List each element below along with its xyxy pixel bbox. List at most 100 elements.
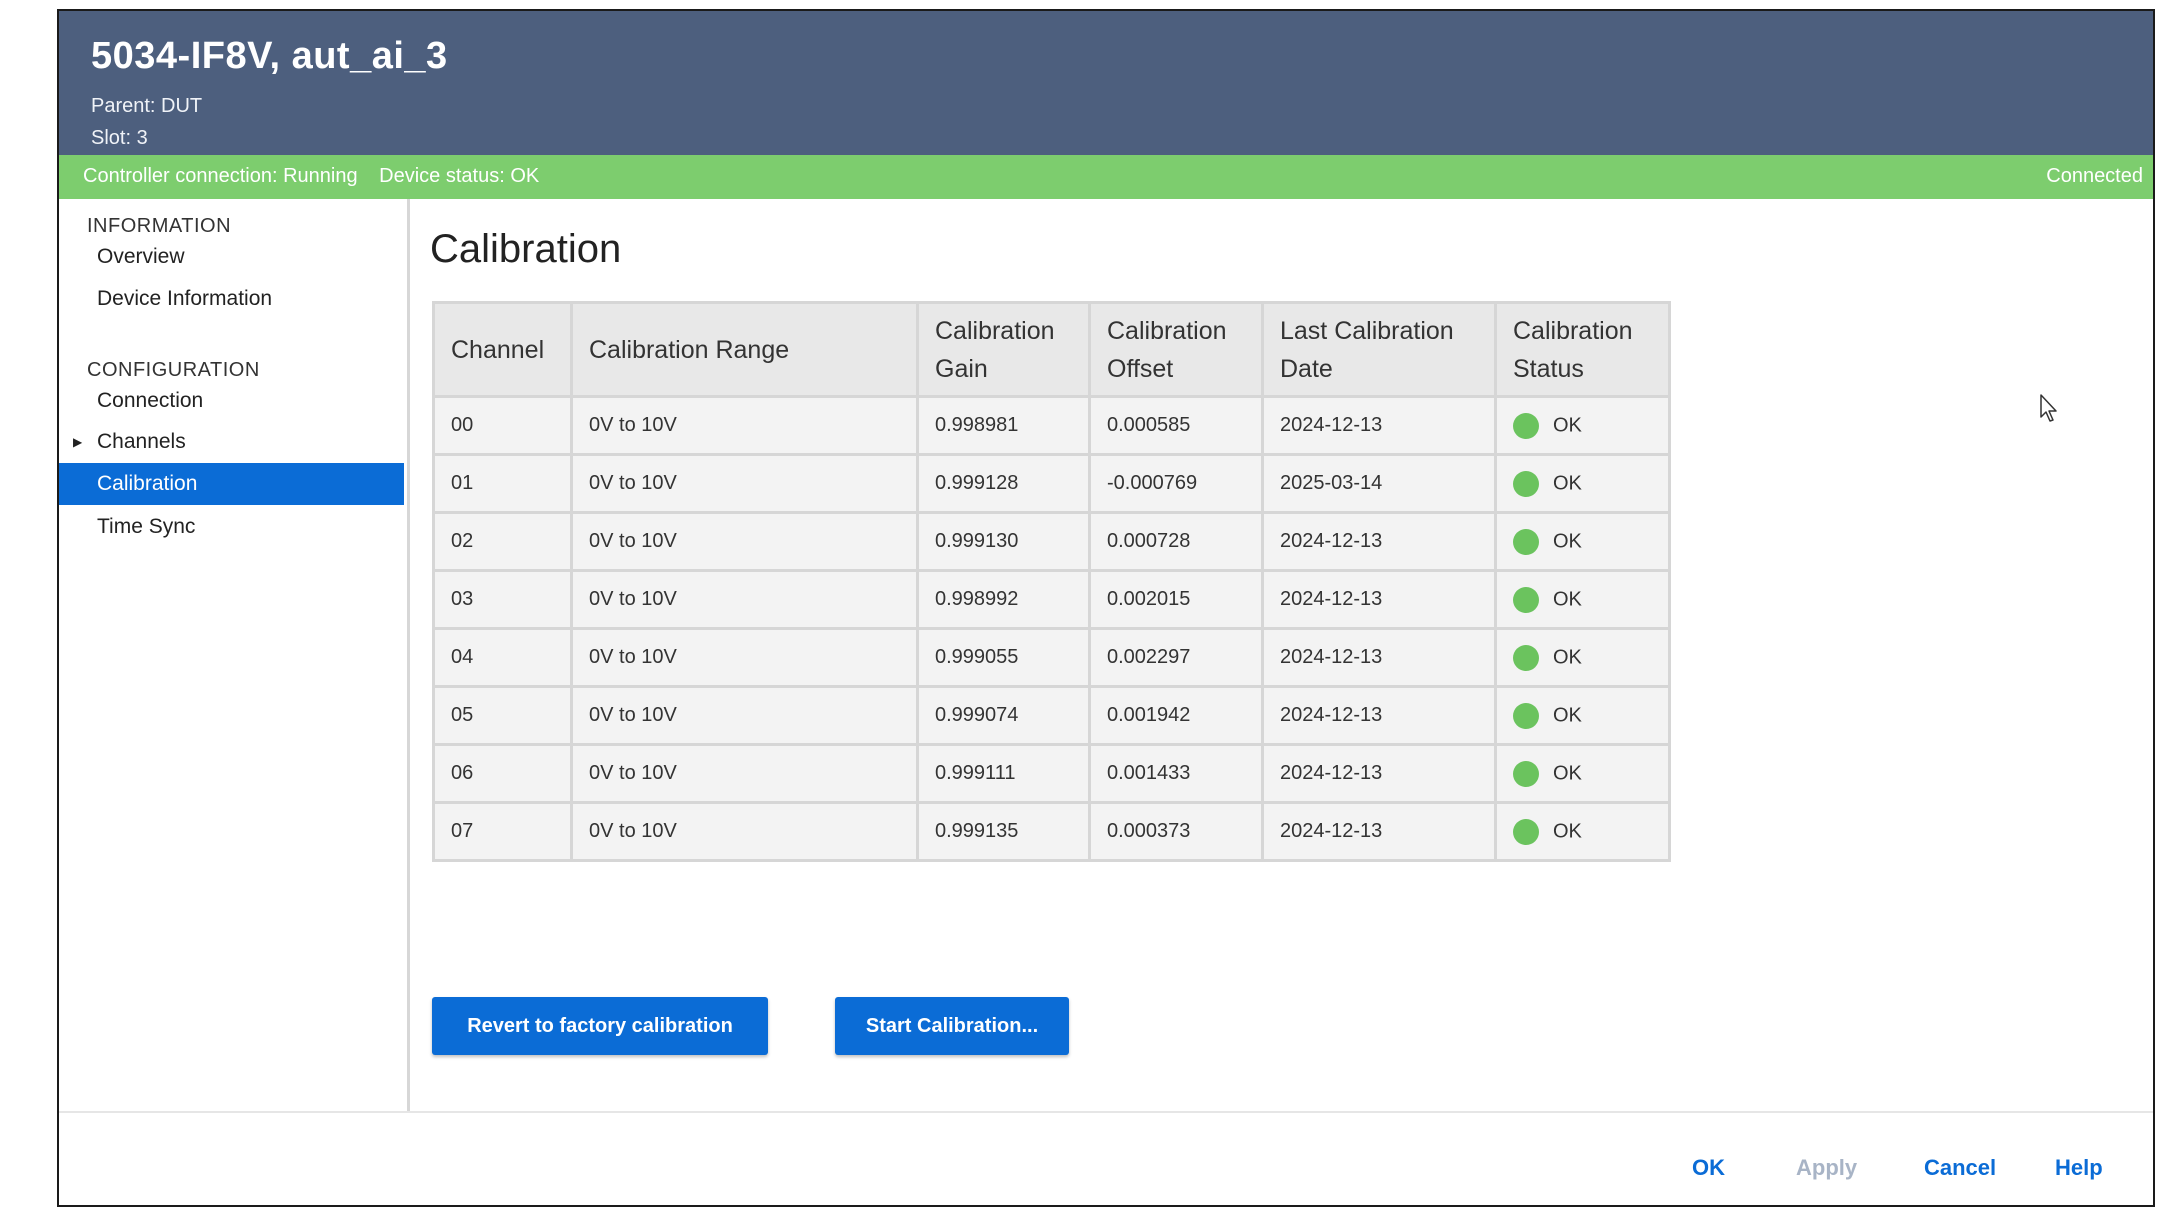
cell-channel: 04 xyxy=(432,627,573,688)
cell-range: 0V to 10V xyxy=(570,395,919,456)
cell-status: OK xyxy=(1494,627,1671,688)
expand-arrow-icon[interactable]: ▶ xyxy=(73,421,82,463)
cell-range: 0V to 10V xyxy=(570,743,919,804)
cell-range: 0V to 10V xyxy=(570,569,919,630)
table-row[interactable]: 06 0V to 10V 0.999111 0.001433 2024-12-1… xyxy=(432,743,1671,804)
cell-status: OK xyxy=(1494,743,1671,804)
sidebar-item-label: Calibration xyxy=(97,472,198,495)
cell-status: OK xyxy=(1494,511,1671,572)
cell-offset: 0.001433 xyxy=(1088,743,1264,804)
status-text: OK xyxy=(1553,588,1582,610)
status-text: OK xyxy=(1553,414,1582,436)
cell-channel: 02 xyxy=(432,511,573,572)
device-slot: Slot: 3 xyxy=(91,127,148,149)
column-header-calibration-status: Calibration Status xyxy=(1494,301,1671,398)
controller-connection-status: Controller connection: Running xyxy=(83,165,358,187)
cell-channel: 06 xyxy=(432,743,573,804)
table-row[interactable]: 05 0V to 10V 0.999074 0.001942 2024-12-1… xyxy=(432,685,1671,746)
device-properties-window: 5034-IF8V, aut_ai_3 Parent: DUT Slot: 3 … xyxy=(57,9,2155,1207)
sidebar-nav: INFORMATION Overview Device Information … xyxy=(59,199,410,1111)
cell-gain: 0.999130 xyxy=(916,511,1091,572)
cell-status: OK xyxy=(1494,569,1671,630)
status-left: Controller connection: Running Device st… xyxy=(83,165,555,188)
cell-date: 2024-12-13 xyxy=(1261,685,1497,746)
cell-range: 0V to 10V xyxy=(570,801,919,862)
sidebar-item-overview[interactable]: Overview xyxy=(59,236,404,278)
cell-date: 2024-12-13 xyxy=(1261,801,1497,862)
mouse-cursor-icon xyxy=(2040,394,2057,422)
sidebar-item-device-information[interactable]: Device Information xyxy=(59,278,404,320)
column-header-calibration-range: Calibration Range xyxy=(570,301,919,398)
sidebar-item-channels[interactable]: ▶ Channels xyxy=(59,421,404,463)
status-text: OK xyxy=(1553,530,1582,552)
cell-offset: 0.002297 xyxy=(1088,627,1264,688)
ok-button[interactable]: OK xyxy=(1692,1155,1725,1181)
sidebar-section-information: INFORMATION xyxy=(87,215,232,237)
status-ok-icon xyxy=(1513,528,1539,555)
cell-date: 2025-03-14 xyxy=(1261,453,1497,514)
device-header: 5034-IF8V, aut_ai_3 Parent: DUT Slot: 3 xyxy=(59,11,2153,155)
cell-date: 2024-12-13 xyxy=(1261,569,1497,630)
status-ok-icon xyxy=(1513,818,1539,845)
revert-to-factory-calibration-button[interactable]: Revert to factory calibration xyxy=(432,997,768,1055)
status-text: OK xyxy=(1553,762,1582,784)
table-row[interactable]: 00 0V to 10V 0.998981 0.000585 2024-12-1… xyxy=(432,395,1671,456)
cell-offset: 0.000728 xyxy=(1088,511,1264,572)
column-header-last-calibration-date: Last Calibration Date xyxy=(1261,301,1497,398)
cell-channel: 05 xyxy=(432,685,573,746)
cell-gain: 0.999074 xyxy=(916,685,1091,746)
connected-status: Connected xyxy=(2046,165,2143,187)
cell-date: 2024-12-13 xyxy=(1261,743,1497,804)
status-ok-icon xyxy=(1513,702,1539,729)
column-header-calibration-offset: Calibration Offset xyxy=(1088,301,1264,398)
help-button[interactable]: Help xyxy=(2055,1155,2103,1181)
page-title: Calibration xyxy=(430,227,622,271)
connection-status-bar: Controller connection: Running Device st… xyxy=(59,155,2153,199)
status-text: OK xyxy=(1553,472,1582,494)
table-row[interactable]: 03 0V to 10V 0.998992 0.002015 2024-12-1… xyxy=(432,569,1671,630)
cell-channel: 07 xyxy=(432,801,573,862)
sidebar-item-label: Connection xyxy=(97,389,204,412)
sidebar-item-label: Device Information xyxy=(97,287,273,310)
status-text: OK xyxy=(1553,820,1582,842)
cell-date: 2024-12-13 xyxy=(1261,627,1497,688)
start-calibration-button[interactable]: Start Calibration... xyxy=(835,997,1069,1055)
cell-gain: 0.999111 xyxy=(916,743,1091,804)
cancel-button[interactable]: Cancel xyxy=(1924,1155,1996,1181)
status-ok-icon xyxy=(1513,760,1539,787)
cell-date: 2024-12-13 xyxy=(1261,395,1497,456)
cell-offset: 0.000585 xyxy=(1088,395,1264,456)
cell-gain: 0.998992 xyxy=(916,569,1091,630)
table-row[interactable]: 04 0V to 10V 0.999055 0.002297 2024-12-1… xyxy=(432,627,1671,688)
cell-offset: -0.000769 xyxy=(1088,453,1264,514)
apply-button[interactable]: Apply xyxy=(1796,1155,1857,1181)
cell-range: 0V to 10V xyxy=(570,685,919,746)
sidebar-item-calibration[interactable]: Calibration xyxy=(59,463,404,505)
sidebar-item-label: Time Sync xyxy=(97,515,196,538)
cell-gain: 0.999055 xyxy=(916,627,1091,688)
cell-offset: 0.001942 xyxy=(1088,685,1264,746)
cell-range: 0V to 10V xyxy=(570,511,919,572)
calibration-panel: Calibration Channel Calibration Range Ca… xyxy=(410,199,2153,1111)
table-row[interactable]: 02 0V to 10V 0.999130 0.000728 2024-12-1… xyxy=(432,511,1671,572)
sidebar-item-label: Channels xyxy=(97,430,186,453)
table-row[interactable]: 01 0V to 10V 0.999128 -0.000769 2025-03-… xyxy=(432,453,1671,514)
sidebar-item-connection[interactable]: Connection xyxy=(59,380,404,422)
cell-offset: 0.000373 xyxy=(1088,801,1264,862)
table-header-row: Channel Calibration Range Calibration Ga… xyxy=(432,301,1671,398)
sidebar-item-time-sync[interactable]: Time Sync xyxy=(59,506,404,548)
status-ok-icon xyxy=(1513,470,1539,497)
table-row[interactable]: 07 0V to 10V 0.999135 0.000373 2024-12-1… xyxy=(432,801,1671,862)
cell-channel: 03 xyxy=(432,569,573,630)
cell-gain: 0.999135 xyxy=(916,801,1091,862)
cell-gain: 0.999128 xyxy=(916,453,1091,514)
cell-date: 2024-12-13 xyxy=(1261,511,1497,572)
status-ok-icon xyxy=(1513,644,1539,671)
cell-status: OK xyxy=(1494,685,1671,746)
column-header-channel: Channel xyxy=(432,301,573,398)
cell-status: OK xyxy=(1494,395,1671,456)
cell-channel: 00 xyxy=(432,395,573,456)
calibration-table: Channel Calibration Range Calibration Ga… xyxy=(432,301,1671,862)
cell-gain: 0.998981 xyxy=(916,395,1091,456)
status-text: OK xyxy=(1553,646,1582,668)
